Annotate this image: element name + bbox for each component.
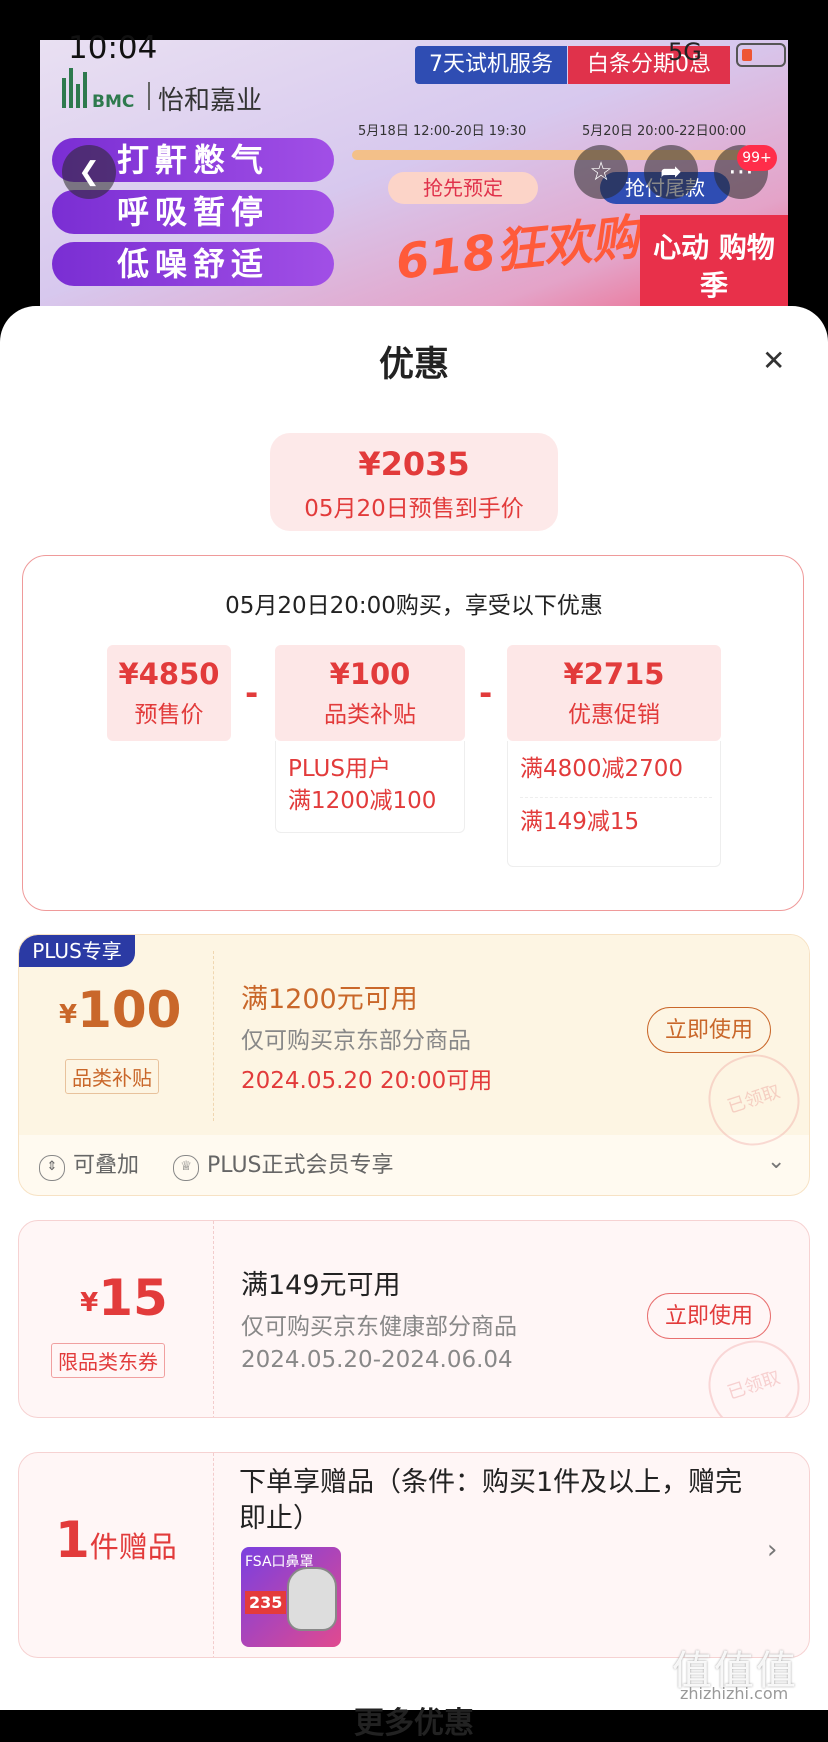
presale-price-label: 预售价 (134, 702, 204, 728)
subsidy-detail: PLUS用户 满1200减100 (275, 741, 465, 833)
subsidy-cell: ¥100 品类补贴 (275, 645, 465, 741)
crown-icon: ♕ (173, 1155, 200, 1181)
subsidy-label: 品类补贴 (324, 702, 416, 728)
gift-image[interactable]: FSA口鼻罩 235 (241, 1547, 341, 1647)
member-only-label: PLUS正式会员专享 (207, 1153, 394, 1178)
gift-count-number: 1 (55, 1511, 90, 1569)
trial-tag: 7天试机服务 (415, 46, 567, 84)
coupon-value: 15 (98, 1269, 168, 1327)
coupon-scope: 仅可购买京东健康部分商品 (241, 1314, 517, 1340)
coupon-date: 2024.05.20 20:00可用 (241, 1068, 493, 1094)
promotion-detail-line: 满4800减2700 (520, 756, 684, 782)
sheet-title: 优惠 (378, 345, 449, 385)
minus-sign: - (245, 674, 259, 712)
share-button[interactable]: ➦ (644, 145, 698, 199)
discount-sheet: 优惠 ✕ ¥2035 05月20日预售到手价 05月20日20:00购买，享受以… (0, 306, 828, 1741)
brand-code: BMC (92, 92, 135, 112)
watermark-url: zhizhizhi.com (680, 1684, 789, 1703)
status-time: 10:04 (68, 30, 158, 66)
breakdown-title: 05月20日20:00购买，享受以下优惠 (225, 593, 603, 619)
coupon-date: 2024.05.20-2024.06.04 (241, 1347, 513, 1373)
presale-date: 5月18日 12:00-20日 19:30 (358, 124, 527, 139)
coupon-footer: ⇕ 可叠加 ♕ PLUS正式会员专享 (39, 1147, 394, 1181)
brand-logo-icon (62, 68, 90, 112)
promotion-label: 优惠促销 (568, 702, 660, 728)
gift-image-price: 235 (245, 1591, 287, 1614)
coupon-title: 满149元可用 (241, 1270, 401, 1301)
gift-card[interactable]: 1件赠品 下单享赠品（条件：购买1件及以上，赠完即止） FSA口鼻罩 235 › (18, 1452, 810, 1658)
promotion-amount: ¥2715 (563, 657, 665, 691)
coupon-title: 满1200元可用 (241, 984, 418, 1015)
promotion-cell: ¥2715 优惠促销 (507, 645, 721, 741)
yen-sign: ¥ (59, 1000, 78, 1030)
coupon-amount: ¥15 (69, 1269, 179, 1327)
brand-name: 怡和嘉业 (158, 86, 263, 116)
presale-price: ¥4850 (118, 657, 220, 691)
mask-icon (287, 1567, 337, 1631)
coupon-amount: ¥100 (59, 981, 181, 1039)
promotion-detail-line: 满149减15 (520, 809, 640, 835)
coupon-type-label: 品类补贴 (65, 1059, 159, 1094)
stackable-label: 可叠加 (73, 1153, 140, 1178)
plus-exclusive-tag: PLUS专享 (19, 935, 135, 967)
coupon-card-health: ¥15 限品类东券 满149元可用 仅可购买京东健康部分商品 2024.05.2… (18, 1220, 810, 1418)
message-badge: 99+ (737, 145, 777, 171)
installment-tag: 白条分期0息 (568, 46, 730, 84)
coupon-card-plus: PLUS专享 ¥100 品类补贴 满1200元可用 仅可购买京东部分商品 202… (18, 934, 810, 1196)
battery-icon (736, 43, 786, 67)
presale-button: 抢先预定 (388, 172, 538, 204)
gift-count: 1件赠品 (55, 1511, 177, 1569)
logo-divider (148, 82, 150, 110)
feature-pill: 低噪舒适 (52, 242, 334, 286)
use-now-button[interactable]: 立即使用 (647, 1007, 771, 1053)
gift-count-unit: 件赠品 (89, 1530, 177, 1564)
promo-title: 618狂欢购 (393, 209, 642, 291)
close-icon[interactable]: ✕ (762, 344, 785, 377)
network-indicator: 5G (668, 38, 702, 66)
chevron-right-icon[interactable]: › (767, 1535, 777, 1565)
final-payment-date: 5月20日 20:00-22日00:00 (582, 124, 747, 139)
subsidy-detail-line: 满1200减100 (288, 788, 437, 814)
favorite-button[interactable]: ☆ (574, 145, 628, 199)
yen-sign: ¥ (80, 1288, 99, 1318)
presale-price-cell: ¥4850 预售价 (107, 645, 231, 741)
back-button[interactable]: ❮ (62, 145, 116, 199)
minus-sign: - (479, 674, 493, 712)
stack-icon: ⇕ (39, 1155, 65, 1181)
coupon-value: 100 (77, 981, 182, 1039)
price-breakdown: 05月20日20:00购买，享受以下优惠 ¥4850 预售价 - ¥100 品类… (22, 555, 804, 911)
subsidy-amount: ¥100 (329, 657, 411, 691)
final-price-label: 05月20日预售到手价 (304, 496, 524, 522)
final-price: ¥2035 (358, 445, 470, 483)
claimed-stamp: 已领取 (697, 1329, 809, 1417)
coupon-type-label: 限品类东券 (51, 1343, 165, 1378)
timeline-track (352, 150, 772, 160)
chevron-down-icon[interactable]: ⌄ (767, 1149, 785, 1174)
use-now-button[interactable]: 立即使用 (647, 1293, 771, 1339)
final-price-bubble: ¥2035 05月20日预售到手价 (270, 433, 558, 531)
subsidy-detail-line: PLUS用户 (288, 756, 391, 782)
gift-title: 下单享赠品（条件：购买1件及以上，赠完即止） (239, 1467, 743, 1534)
coupon-scope: 仅可购买京东部分商品 (241, 1028, 471, 1054)
promotion-detail: 满4800减2700 满149减15 (507, 741, 721, 867)
